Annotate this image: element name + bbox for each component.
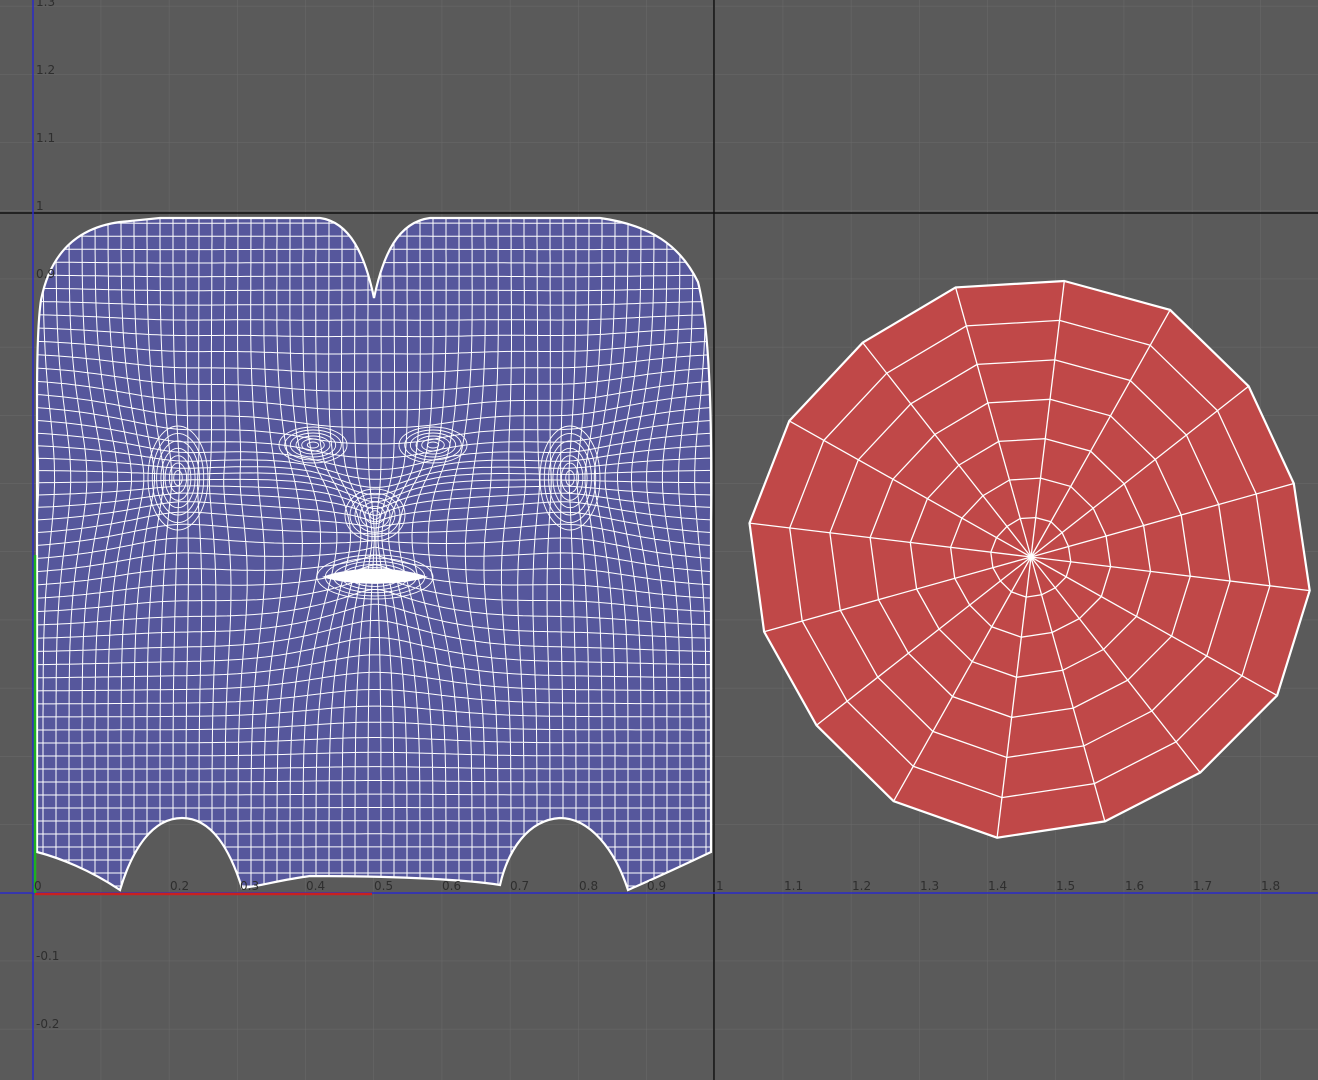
u-tick-label: 0 xyxy=(34,879,42,893)
uv-canvas[interactable]: 0 0.2 0.3 0.4 0.5 0.6 0.7 0.8 0.9 1 1.1 … xyxy=(0,0,1318,1080)
u-tick-label: 1.5 xyxy=(1056,879,1075,893)
u-tick-label: 1.2 xyxy=(852,879,871,893)
u-tick-label: 1.7 xyxy=(1193,879,1212,893)
u-tick-label: 0.8 xyxy=(579,879,598,893)
v-tick-label: -0.2 xyxy=(36,1017,59,1031)
u-tick-label: 1.3 xyxy=(920,879,939,893)
u-tick-label: 0.9 xyxy=(647,879,666,893)
v-tick-label: 1 xyxy=(36,199,44,213)
v-tick-label: 1.3 xyxy=(36,0,55,9)
u-tick-label: 0.4 xyxy=(306,879,325,893)
v-tick-label: 1.2 xyxy=(36,63,55,77)
v-tick-label: -0.1 xyxy=(36,949,59,963)
u-tick-label: 1 xyxy=(716,879,724,893)
uv-editor-viewport[interactable]: 0 0.2 0.3 0.4 0.5 0.6 0.7 0.8 0.9 1 1.1 … xyxy=(0,0,1318,1080)
u-tick-label: 1.1 xyxy=(784,879,803,893)
u-tick-label: 0.7 xyxy=(510,879,529,893)
u-tick-label: 1.4 xyxy=(988,879,1007,893)
v-tick-label: 0.9 xyxy=(36,267,55,281)
u-tick-label: 0.5 xyxy=(374,879,393,893)
face-uv-shell[interactable] xyxy=(30,210,720,900)
v-tick-label: 1.1 xyxy=(36,131,55,145)
u-tick-label: 0.2 xyxy=(170,879,189,893)
u-tick-label: 0.3 xyxy=(240,879,259,893)
u-tick-label: 0.6 xyxy=(442,879,461,893)
u-tick-label: 1.6 xyxy=(1125,879,1144,893)
u-tick-label: 1.8 xyxy=(1261,879,1280,893)
